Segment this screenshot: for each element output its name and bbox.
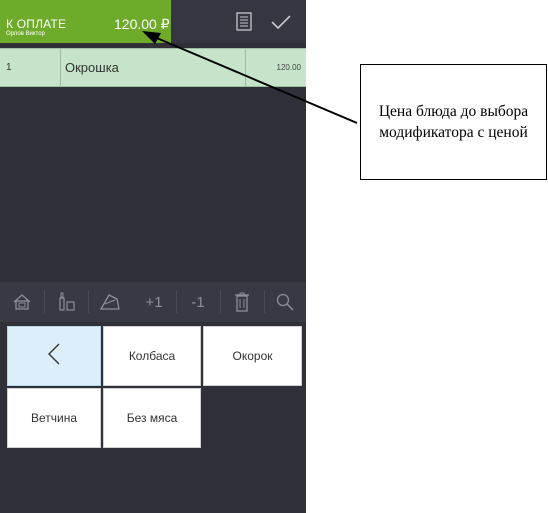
annotation-callout: Цена блюда до выбора модификатора с цено…: [360, 64, 547, 180]
callout-text: Цена блюда до выбора модификатора с цено…: [378, 103, 529, 141]
